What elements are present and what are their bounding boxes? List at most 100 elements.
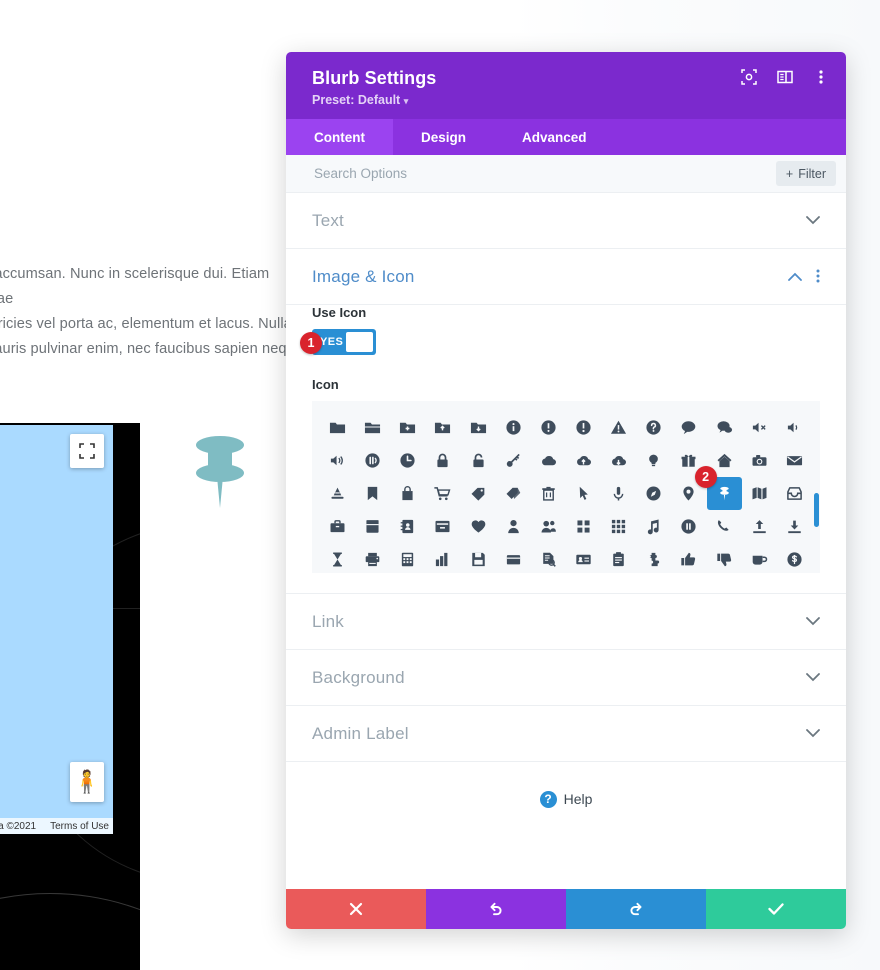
icon-cone[interactable] bbox=[320, 477, 355, 510]
icon-folder-download[interactable] bbox=[461, 411, 496, 444]
icon-folder-add[interactable] bbox=[390, 411, 425, 444]
map-terms-of-use-link[interactable]: Terms of Use bbox=[50, 821, 109, 832]
tab-design[interactable]: Design bbox=[393, 119, 494, 155]
icon-address-book[interactable] bbox=[390, 510, 425, 543]
icon-users[interactable] bbox=[531, 510, 566, 543]
icon-bag[interactable] bbox=[390, 477, 425, 510]
icon-volume-mute[interactable] bbox=[742, 411, 777, 444]
section-text-label: Text bbox=[312, 210, 344, 230]
section-image-and-icon[interactable]: Image & Icon bbox=[286, 249, 846, 305]
icon-question-circle[interactable] bbox=[636, 411, 671, 444]
section-admin-label[interactable]: Admin Label bbox=[286, 706, 846, 762]
icon-heart[interactable] bbox=[461, 510, 496, 543]
icon-map[interactable] bbox=[742, 477, 777, 510]
icon-envelope[interactable] bbox=[777, 444, 812, 477]
icon-upload[interactable] bbox=[742, 510, 777, 543]
icon-document-search[interactable] bbox=[531, 543, 566, 573]
chevron-down-icon bbox=[806, 727, 820, 740]
icon-key[interactable] bbox=[496, 444, 531, 477]
tab-advanced[interactable]: Advanced bbox=[494, 119, 615, 155]
printer-icon bbox=[365, 552, 380, 567]
icon-cursor[interactable] bbox=[566, 477, 601, 510]
map-fullscreen-button[interactable] bbox=[70, 434, 104, 468]
icon-camera[interactable] bbox=[742, 444, 777, 477]
icon-dollar-circle[interactable] bbox=[777, 543, 812, 573]
thumbs-down-icon bbox=[716, 553, 731, 567]
icon-user[interactable] bbox=[496, 510, 531, 543]
section-options-kebab-icon[interactable] bbox=[816, 269, 820, 285]
icon-exclamation-circle[interactable] bbox=[531, 411, 566, 444]
icon-picker-scrollbar-track[interactable] bbox=[813, 411, 819, 565]
icon-grid-four[interactable] bbox=[566, 510, 601, 543]
icon-volume-low[interactable] bbox=[777, 411, 812, 444]
section-background[interactable]: Background bbox=[286, 650, 846, 706]
icon-tag[interactable] bbox=[461, 477, 496, 510]
hourglass-icon bbox=[333, 552, 342, 567]
icon-download[interactable] bbox=[777, 510, 812, 543]
icon-inbox[interactable] bbox=[777, 477, 812, 510]
cancel-button[interactable] bbox=[286, 889, 426, 929]
icon-trash[interactable] bbox=[531, 477, 566, 510]
bag-icon bbox=[402, 486, 413, 501]
icon-bar-chart[interactable] bbox=[425, 543, 460, 573]
icon-compass[interactable] bbox=[636, 477, 671, 510]
icon-tags[interactable] bbox=[496, 477, 531, 510]
tab-content[interactable]: Content bbox=[286, 119, 393, 155]
icon-folder-open[interactable] bbox=[355, 411, 390, 444]
section-link[interactable]: Link bbox=[286, 594, 846, 650]
icon-comments[interactable] bbox=[707, 411, 742, 444]
layout-toggle-icon[interactable] bbox=[776, 68, 794, 86]
icon-folder[interactable] bbox=[320, 411, 355, 444]
icon-hourglass[interactable] bbox=[320, 543, 355, 573]
google-map[interactable]: 🧍 ata ©2021 Terms of Use bbox=[0, 425, 113, 834]
help-row[interactable]: ? Help bbox=[286, 762, 846, 836]
redo-button[interactable] bbox=[566, 889, 706, 929]
kebab-menu-icon[interactable] bbox=[812, 68, 830, 86]
icon-book[interactable] bbox=[355, 510, 390, 543]
icon-bookmark[interactable] bbox=[355, 477, 390, 510]
icon-info-circle[interactable] bbox=[496, 411, 531, 444]
icon-microphone[interactable] bbox=[601, 477, 636, 510]
dollar-circle-icon bbox=[787, 552, 802, 567]
icon-clipboard[interactable] bbox=[601, 543, 636, 573]
icon-exclamation-circle-outline[interactable] bbox=[566, 411, 601, 444]
icon-cloud-download[interactable] bbox=[601, 444, 636, 477]
icon-printer[interactable] bbox=[355, 543, 390, 573]
icon-lightbulb[interactable] bbox=[636, 444, 671, 477]
icon-book-closed[interactable] bbox=[496, 543, 531, 573]
icon-phone[interactable] bbox=[707, 510, 742, 543]
icon-cloud-upload[interactable] bbox=[566, 444, 601, 477]
save-button[interactable] bbox=[706, 889, 846, 929]
icon-picker-scrollbar-thumb[interactable] bbox=[814, 493, 819, 527]
icon-comment[interactable] bbox=[671, 411, 706, 444]
icon-music[interactable] bbox=[636, 510, 671, 543]
icon-floppy-disk[interactable] bbox=[461, 543, 496, 573]
undo-button[interactable] bbox=[426, 889, 566, 929]
icon-briefcase[interactable] bbox=[320, 510, 355, 543]
icon-thumbs-down[interactable] bbox=[707, 543, 742, 573]
icon-warning-triangle[interactable] bbox=[601, 411, 636, 444]
icon-thumbs-up[interactable] bbox=[671, 543, 706, 573]
icon-volume-up[interactable] bbox=[320, 444, 355, 477]
icon-unlock[interactable] bbox=[461, 444, 496, 477]
icon-volume-half[interactable] bbox=[355, 444, 390, 477]
icon-folder-upload[interactable] bbox=[425, 411, 460, 444]
icon-pushpin[interactable]: 2 bbox=[694, 466, 742, 510]
icon-grid-nine[interactable] bbox=[601, 510, 636, 543]
section-text[interactable]: Text bbox=[286, 193, 846, 249]
icon-mug[interactable] bbox=[742, 543, 777, 573]
search-input[interactable] bbox=[312, 165, 776, 182]
preset-selector[interactable]: Preset: Default ▾ bbox=[312, 93, 826, 107]
icon-calculator[interactable] bbox=[390, 543, 425, 573]
map-pegman-button[interactable]: 🧍 bbox=[70, 762, 104, 802]
icon-cloud[interactable] bbox=[531, 444, 566, 477]
icon-puzzle[interactable] bbox=[636, 543, 671, 573]
icon-lock[interactable] bbox=[425, 444, 460, 477]
icon-cart[interactable] bbox=[425, 477, 460, 510]
icon-drawer[interactable] bbox=[425, 510, 460, 543]
responsive-preview-icon[interactable] bbox=[740, 68, 758, 86]
icon-id-card[interactable] bbox=[566, 543, 601, 573]
icon-clock[interactable] bbox=[390, 444, 425, 477]
icon-pause-circle[interactable] bbox=[671, 510, 706, 543]
filter-button[interactable]: + Filter bbox=[775, 161, 836, 186]
